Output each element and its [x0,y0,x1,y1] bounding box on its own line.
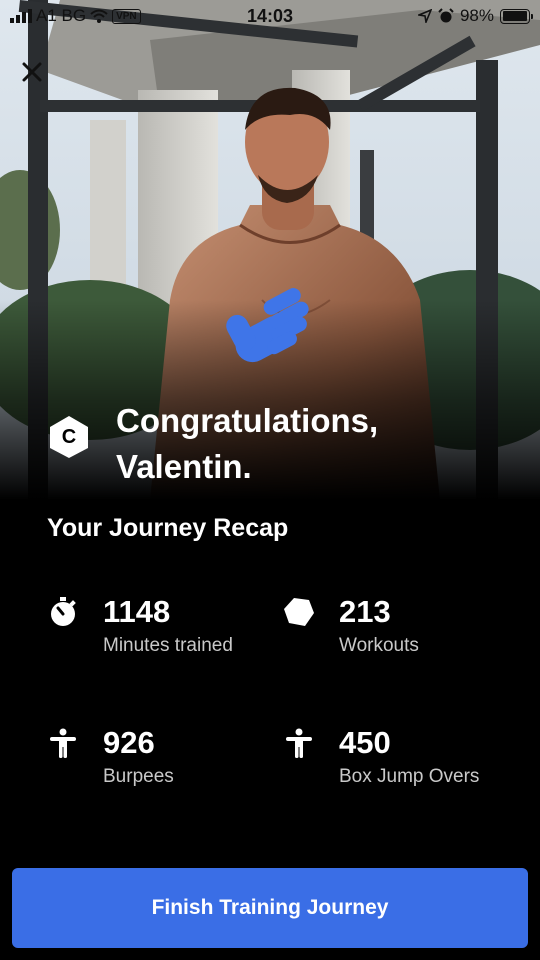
battery-fill [502,11,527,21]
logo-letter: C [61,425,77,448]
carrier-name: A1 BG [36,6,87,25]
signal-icon [10,9,32,23]
stat-value: 213 [339,594,391,629]
battery-icon [500,8,533,24]
vpn-badge: VPN [112,8,141,24]
stat-label: Workouts [339,635,419,656]
wifi-icon [90,9,108,23]
stat-burpees: 926 Burpees [47,725,263,791]
person-icon [283,727,315,759]
recap-title: Your Journey Recap [47,514,289,542]
pentagon-icon [283,596,315,628]
page-title: Congratulations, Valentin. [116,402,379,485]
hand-icon [226,288,309,363]
close-icon[interactable] [20,60,44,84]
stat-label: Box Jump Overs [339,766,480,787]
stat-value: 1148 [103,594,171,629]
stat-workouts: 213 Workouts [283,594,499,660]
stat-value: 450 [339,725,391,760]
person-icon [47,727,79,759]
stat-box-jumps: 450 Box Jump Overs [283,725,499,791]
status-bar: A1 BG VPN 14:03 98% [0,0,540,32]
brand-logo: C [46,414,92,460]
finish-journey-button[interactable]: Finish Training Journey [12,868,528,948]
alarm-icon [438,8,454,23]
stat-label: Minutes trained [103,635,233,656]
stat-value: 926 [103,725,155,760]
location-icon [417,9,432,23]
stopwatch-icon [47,596,79,628]
stat-label: Burpees [103,766,174,787]
battery-percent: 98% [459,6,494,25]
congrats-header: C Congratulations, Valentin. [46,398,456,490]
stat-minutes: 1148 Minutes trained [47,594,263,660]
